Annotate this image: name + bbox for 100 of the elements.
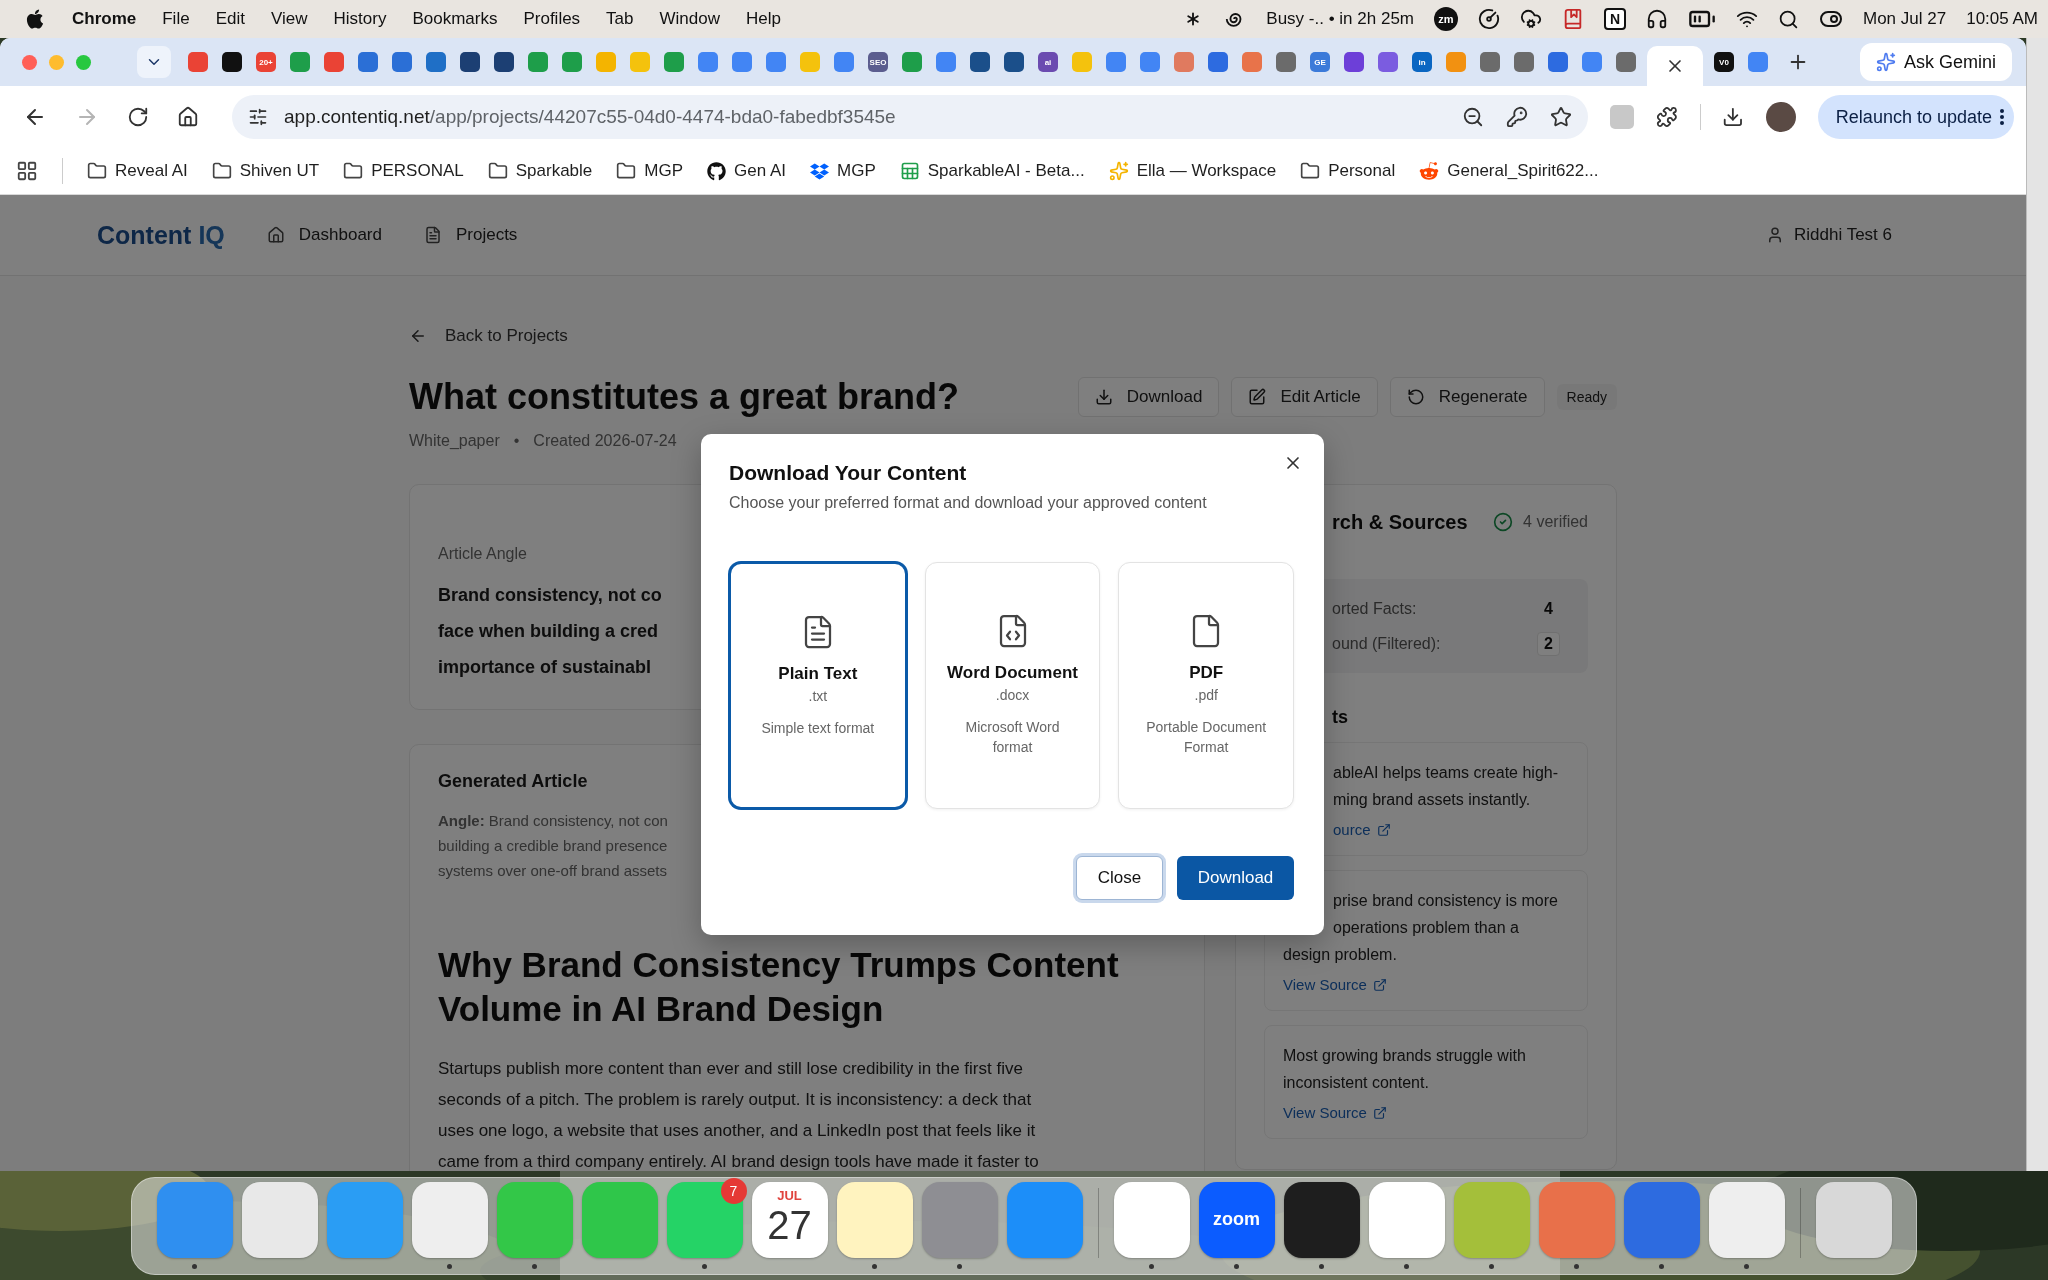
- edit-icon: [1248, 388, 1267, 406]
- site-info-icon[interactable]: [248, 107, 268, 127]
- user-menu[interactable]: Riddhi Test 6: [1766, 225, 1892, 245]
- calendar-app-icon[interactable]: JUL 27: [751, 1181, 828, 1258]
- browser-tab[interactable]: 20+: [249, 45, 283, 79]
- bookmark[interactable]: Reveal AI: [87, 161, 188, 181]
- fact-text: inconsistent content.: [1283, 1073, 1429, 1093]
- menu-item[interactable]: View: [270, 9, 308, 29]
- bookmark[interactable]: General_Spirit622...: [1419, 161, 1599, 181]
- relaunch-button[interactable]: Relaunch to update: [1817, 95, 2014, 139]
- download-icon[interactable]: [1722, 106, 1745, 128]
- browser-tab[interactable]: ai: [1031, 45, 1065, 79]
- folder-icon: [343, 161, 364, 181]
- separator-dot: •: [513, 432, 520, 450]
- bookmark[interactable]: Shiven UT: [211, 161, 320, 181]
- card-label: Article Angle: [438, 545, 528, 563]
- fact-text: design problem.: [1283, 945, 1397, 965]
- format-option[interactable]: Word Document .docx Microsoft Word format: [924, 562, 1101, 809]
- menu-item[interactable]: Tab: [606, 9, 634, 29]
- menu-item[interactable]: Edit: [215, 9, 245, 29]
- back-link[interactable]: Back to Projects: [409, 320, 568, 352]
- close-window-button[interactable]: [22, 54, 37, 70]
- site-icon: ai: [1038, 52, 1058, 72]
- bookmark[interactable]: MGP: [616, 161, 684, 181]
- cloud-icon[interactable]: [1520, 8, 1542, 30]
- close-dialog-button[interactable]: Close: [1076, 856, 1163, 900]
- headphones-icon[interactable]: [1646, 8, 1668, 30]
- download-button[interactable]: Download: [1177, 856, 1294, 900]
- menu-item[interactable]: Window: [659, 9, 720, 29]
- stat-label: orted Facts:: [1331, 599, 1417, 618]
- bookmark[interactable]: SparkableAI - Beta...: [899, 161, 1085, 181]
- browser-tab[interactable]: in: [1405, 45, 1439, 79]
- extension-icon[interactable]: [1610, 105, 1634, 129]
- external-link-icon: [1372, 1105, 1387, 1120]
- browser-tab[interactable]: GE: [1303, 45, 1337, 79]
- browser-tab[interactable]: V0: [1707, 45, 1741, 79]
- menu-item[interactable]: Bookmarks: [412, 9, 498, 29]
- bookmark-star-icon[interactable]: [1550, 106, 1573, 128]
- app-icon[interactable]: zoom: [1198, 1181, 1275, 1258]
- more-icon: [2000, 109, 2004, 125]
- apple-icon[interactable]: [24, 8, 46, 30]
- folder-icon: [1300, 161, 1321, 181]
- action-button[interactable]: Regenerate: [1389, 377, 1545, 417]
- key-icon[interactable]: [1506, 106, 1529, 128]
- clock[interactable]: 10:05 AM: [1966, 9, 2038, 29]
- browser-tab[interactable]: SEO: [861, 45, 895, 79]
- gauge-icon[interactable]: [1478, 8, 1500, 30]
- nav-link[interactable]: Dashboard: [266, 225, 382, 245]
- verified-count: 4 verified: [1493, 512, 1588, 532]
- calendar-status[interactable]: Busy -.. • in 2h 25m: [1266, 9, 1414, 29]
- status-badge: Ready: [1556, 384, 1617, 410]
- stat-value: 4: [1543, 598, 1554, 619]
- menu-item[interactable]: File: [162, 9, 190, 29]
- refresh-icon: [1406, 388, 1425, 406]
- home-icon: [177, 106, 199, 128]
- gemini-button[interactable]: Ask Gemini: [1859, 43, 2012, 81]
- date[interactable]: Mon Jul 27: [1863, 9, 1947, 29]
- bookmark[interactable]: Sparkable: [487, 161, 593, 181]
- notion-status[interactable]: N: [1604, 8, 1626, 30]
- angle-text: face when building a cred: [438, 620, 659, 643]
- tab-search-button[interactable]: [137, 46, 171, 78]
- app-icon[interactable]: [1283, 1181, 1360, 1258]
- menu-item[interactable]: Profiles: [523, 9, 581, 29]
- check-circle-icon: [1493, 512, 1514, 532]
- app-menu[interactable]: Chrome: [72, 9, 137, 29]
- book-icon[interactable]: [1562, 8, 1584, 30]
- address-bar[interactable]: app.contentiq.net/app/projects/44207c55-04d0-4474-bda0-fabedbf3545e: [232, 95, 1589, 139]
- search-icon[interactable]: [1778, 8, 1799, 30]
- bookmark[interactable]: PERSONAL: [343, 161, 464, 181]
- format-option[interactable]: PDF .pdf Portable Document Format: [1118, 562, 1294, 809]
- menu-item[interactable]: Help: [746, 9, 781, 29]
- folder-icon: [616, 161, 637, 181]
- zoom-button[interactable]: [76, 54, 91, 70]
- dialog-title: Download Your Content: [729, 460, 968, 486]
- article-paragraph: Startups publish more content than ever and still lose credibility in the first five seconds of a pitch. The problem is rarely output. It is inconsistency: a deck that uses one logo, a website that uses another, and a LinkedIn post that feels like it came from a third company entirely. AI brand design tools have made it faster to: [438, 1058, 1039, 1171]
- folder-icon: [487, 161, 508, 181]
- bookmark[interactable]: Ella — Workspace: [1108, 161, 1277, 181]
- menu-item[interactable]: History: [333, 9, 387, 29]
- fact-text: ming brand assets instantly.: [1332, 790, 1531, 810]
- download-icon: [1094, 388, 1113, 406]
- profile-avatar[interactable]: [1766, 102, 1796, 132]
- nav-link[interactable]: Projects: [423, 225, 518, 245]
- site-icon: SEO: [868, 52, 888, 72]
- page-title: What constitutes a great brand?: [409, 376, 960, 418]
- extensions-icon[interactable]: [1655, 106, 1678, 128]
- logo: Content IQ: [97, 220, 225, 250]
- bookmark[interactable]: Personal: [1300, 161, 1396, 181]
- folder-icon: [211, 161, 232, 181]
- document-icon: [423, 226, 442, 244]
- format-option[interactable]: Plain Text .txt Simple text format: [729, 562, 907, 809]
- apps-icon[interactable]: [16, 160, 38, 182]
- action-button[interactable]: Edit Article: [1231, 377, 1378, 417]
- action-button[interactable]: Download: [1077, 377, 1220, 417]
- site-icon: 20+: [256, 52, 276, 72]
- bookmark[interactable]: Gen AI: [707, 161, 786, 181]
- zoom-out-icon[interactable]: [1462, 106, 1485, 128]
- bookmark[interactable]: MGP: [810, 161, 876, 181]
- fact-text: Most growing brands struggle with: [1283, 1046, 1526, 1066]
- stat-label: ound (Filtered):: [1331, 634, 1441, 653]
- zoom-status[interactable]: zm: [1434, 7, 1458, 31]
